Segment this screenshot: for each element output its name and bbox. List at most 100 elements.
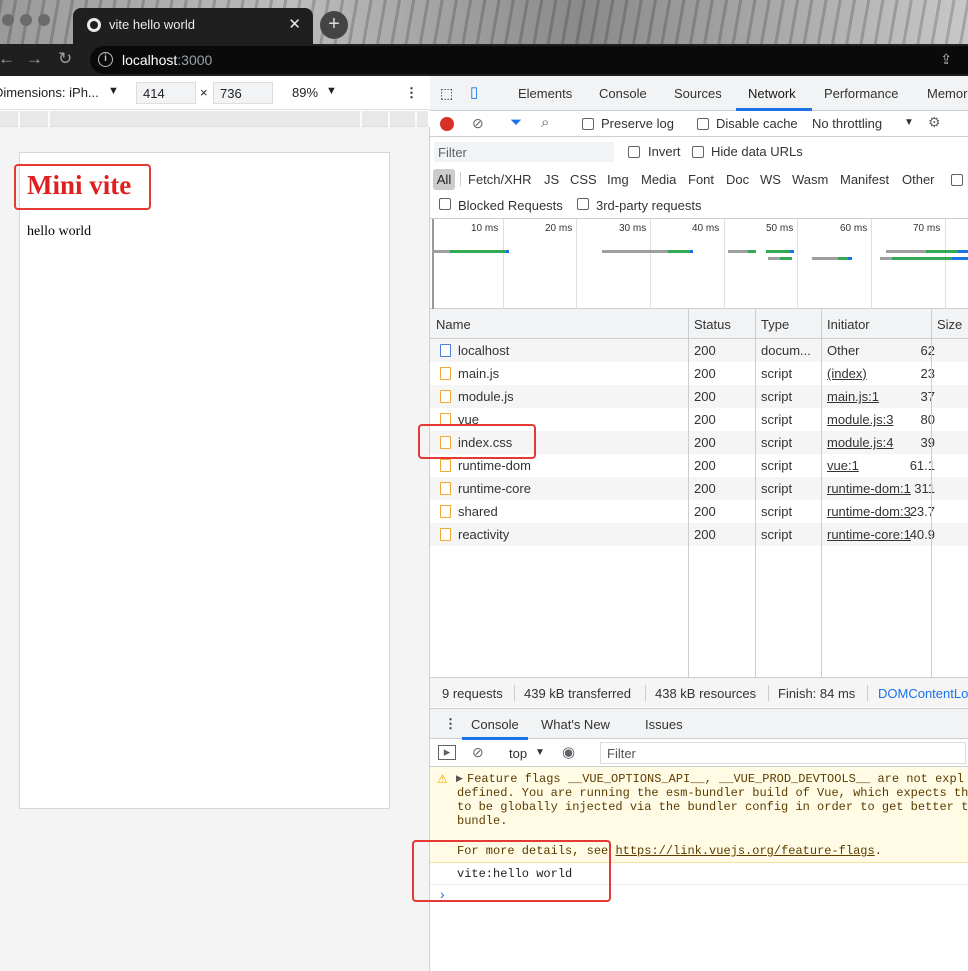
throttling-select[interactable]: No throttling xyxy=(812,116,882,131)
request-size: 80 xyxy=(920,412,935,427)
browser-tab[interactable]: vite hello world ✕ xyxy=(73,8,313,44)
sidebar-toggle-icon[interactable]: ▸ xyxy=(438,745,456,760)
search-icon[interactable]: ⌕ xyxy=(541,114,549,131)
device-select[interactable]: Dimensions: iPh... xyxy=(0,85,99,100)
device-width-input[interactable]: 414 xyxy=(136,82,196,104)
type-img[interactable]: Img xyxy=(607,172,629,187)
type-font[interactable]: Font xyxy=(688,172,714,187)
script-file-icon xyxy=(440,505,451,518)
console-filter-input[interactable]: Filter xyxy=(600,742,966,764)
type-manifest[interactable]: Manifest xyxy=(840,172,889,187)
record-icon[interactable] xyxy=(440,117,454,131)
table-row[interactable]: reactivity 200 script runtime-core:1 40.9 xyxy=(430,523,968,546)
context-select[interactable]: top xyxy=(509,746,527,761)
table-row[interactable]: runtime-core 200 script runtime-dom:1 311 xyxy=(430,477,968,500)
more-options-icon[interactable]: ⋮ xyxy=(405,85,418,101)
ruler-segment[interactable] xyxy=(18,111,20,127)
chevron-down-icon[interactable]: ▼ xyxy=(535,747,545,758)
request-size: 39 xyxy=(920,435,935,450)
preserve-log-checkbox[interactable] xyxy=(582,118,594,130)
request-name[interactable]: reactivity xyxy=(458,527,686,542)
close-tab-icon[interactable]: ✕ xyxy=(288,15,301,33)
ruler-segment[interactable] xyxy=(360,111,362,127)
clear-console-icon[interactable]: ⊘ xyxy=(472,744,484,761)
has-blocked-cookies-checkbox[interactable] xyxy=(951,174,963,186)
zoom-select[interactable]: 89% xyxy=(292,85,318,100)
address-bar[interactable]: i localhost:3000 ⇪ xyxy=(90,46,968,74)
ruler-segment[interactable] xyxy=(48,111,50,127)
type-other[interactable]: Other xyxy=(902,172,935,187)
tab-performance[interactable]: Performance xyxy=(824,86,898,101)
table-row[interactable]: shared 200 script runtime-dom:3 23.7 xyxy=(430,500,968,523)
chevron-down-icon[interactable]: ▼ xyxy=(108,85,119,97)
disable-cache-checkbox[interactable] xyxy=(697,118,709,130)
window-zoom-dot[interactable] xyxy=(38,14,50,26)
column-status[interactable]: Status xyxy=(694,317,731,332)
filter-icon[interactable]: ⏷ xyxy=(510,114,522,131)
request-name[interactable]: shared xyxy=(458,504,686,519)
tab-network[interactable]: Network xyxy=(748,86,796,101)
third-party-checkbox[interactable] xyxy=(577,198,589,210)
table-row[interactable]: main.js 200 script (index) 23 xyxy=(430,362,968,385)
column-initiator[interactable]: Initiator xyxy=(827,317,870,332)
column-size[interactable]: Size xyxy=(937,317,962,332)
url-host: localhost xyxy=(122,52,178,68)
request-name[interactable]: localhost xyxy=(458,343,686,358)
hide-data-urls-checkbox[interactable] xyxy=(692,146,704,158)
type-fetch-xhr[interactable]: Fetch/XHR xyxy=(468,172,532,187)
waterfall-bar xyxy=(768,257,780,260)
type-wasm[interactable]: Wasm xyxy=(792,172,828,187)
request-name[interactable]: runtime-core xyxy=(458,481,686,496)
ruler-segment[interactable] xyxy=(415,111,417,127)
device-toggle-icon[interactable]: ▯ xyxy=(470,83,478,101)
type-js[interactable]: JS xyxy=(544,172,559,187)
request-name[interactable]: module.js xyxy=(458,389,686,404)
expand-arrow-icon[interactable]: ▶ xyxy=(456,773,463,784)
inspect-icon[interactable]: ⬚ xyxy=(440,85,453,102)
tab-elements[interactable]: Elements xyxy=(518,86,572,101)
type-doc[interactable]: Doc xyxy=(726,172,749,187)
feature-flags-link[interactable]: https://link.vuejs.org/feature-flags xyxy=(615,844,874,858)
column-type[interactable]: Type xyxy=(761,317,789,332)
blocked-requests-checkbox[interactable] xyxy=(439,198,451,210)
window-close-dot[interactable] xyxy=(2,14,14,26)
network-overview-timeline[interactable]: 10 ms 20 ms 30 ms 40 ms 50 ms 60 ms 70 m… xyxy=(430,219,968,309)
back-icon[interactable]: ← xyxy=(0,49,15,69)
ruler-segment[interactable] xyxy=(388,111,390,127)
invert-checkbox[interactable] xyxy=(628,146,640,158)
tab-console[interactable]: Console xyxy=(599,86,647,101)
network-filter-input[interactable]: Filter xyxy=(434,142,614,162)
drawer-tab-whats-new[interactable]: What's New xyxy=(541,717,610,732)
media-query-ruler[interactable] xyxy=(0,111,428,127)
drawer-tab-console[interactable]: Console xyxy=(471,717,519,732)
device-frame xyxy=(19,152,390,809)
chevron-down-icon[interactable]: ▼ xyxy=(326,85,337,97)
type-all[interactable]: All xyxy=(433,169,455,190)
waterfall-bar xyxy=(926,250,958,253)
highlight-box xyxy=(14,164,151,210)
new-tab-button[interactable]: + xyxy=(320,11,348,39)
table-row[interactable]: localhost 200 docum... Other 62 xyxy=(430,339,968,362)
drawer-tabbar: ⋮ Console What's New Issues xyxy=(430,708,968,740)
column-name[interactable]: Name xyxy=(436,317,471,332)
request-name[interactable]: runtime-dom xyxy=(458,458,686,473)
forward-icon[interactable]: → xyxy=(26,49,43,69)
drawer-menu-icon[interactable]: ⋮ xyxy=(444,716,457,732)
type-media[interactable]: Media xyxy=(641,172,676,187)
eye-icon[interactable]: ◉ xyxy=(562,743,575,761)
tab-sources[interactable]: Sources xyxy=(674,86,722,101)
type-ws[interactable]: WS xyxy=(760,172,781,187)
drawer-tab-issues[interactable]: Issues xyxy=(645,717,683,732)
clear-icon[interactable]: ⊘ xyxy=(472,115,484,132)
info-icon[interactable]: i xyxy=(98,52,113,67)
share-icon[interactable]: ⇪ xyxy=(940,51,952,68)
network-conditions-icon[interactable]: ⚙ xyxy=(928,114,941,131)
type-css[interactable]: CSS xyxy=(570,172,597,187)
device-height-input[interactable]: 736 xyxy=(213,82,273,104)
window-minimize-dot[interactable] xyxy=(20,14,32,26)
request-name[interactable]: main.js xyxy=(458,366,686,381)
table-row[interactable]: module.js 200 script main.js:1 37 xyxy=(430,385,968,408)
chevron-down-icon[interactable]: ▼ xyxy=(904,117,914,128)
tab-memory[interactable]: Memor xyxy=(927,86,967,101)
reload-icon[interactable]: ↻ xyxy=(58,49,72,69)
